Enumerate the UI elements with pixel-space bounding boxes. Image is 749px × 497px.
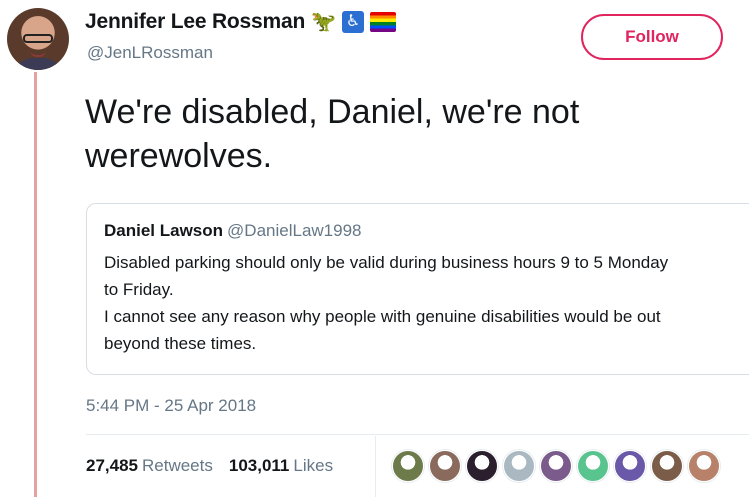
liker-avatars <box>392 450 720 482</box>
quoted-tweet-line: to Friday. <box>104 280 174 299</box>
likes-stat[interactable]: 103,011 Likes <box>229 456 333 476</box>
stats-vertical-divider <box>375 436 376 497</box>
liker-avatar[interactable] <box>577 450 609 482</box>
liker-avatar[interactable] <box>429 450 461 482</box>
rainbow-flag-emoji-icon <box>370 12 396 32</box>
liker-avatar[interactable] <box>614 450 646 482</box>
likes-label: Likes <box>293 456 334 475</box>
quoted-tweet-line: Disabled parking should only be valid du… <box>104 253 669 272</box>
dinosaur-emoji-icon: 🦖 <box>311 11 336 33</box>
quoted-tweet-header: Daniel Lawson @DanielLaw1998 <box>104 220 749 242</box>
quoted-author-name: Daniel Lawson <box>104 221 224 240</box>
likes-count: 103,011 <box>228 456 290 475</box>
liker-avatar[interactable] <box>503 450 535 482</box>
stats-divider <box>86 434 749 435</box>
thread-line <box>34 72 37 497</box>
quoted-tweet[interactable]: Daniel Lawson @DanielLaw1998 Disabled par… <box>86 203 749 375</box>
retweets-stat[interactable]: 27,485 Retweets <box>86 456 213 476</box>
avatar-mouth <box>30 50 46 57</box>
liker-avatar[interactable] <box>392 450 424 482</box>
tweet-text: We're disabled, Daniel, we're not werewo… <box>85 93 580 175</box>
retweets-label: Retweets <box>142 456 213 475</box>
avatar-glasses <box>23 34 53 43</box>
retweets-count: 27,485 <box>86 456 138 475</box>
author-handle[interactable]: @JenLRossman <box>87 43 213 63</box>
tweet-stats: 27,485 Retweets 103,011 Likes <box>86 456 333 476</box>
tweet-timestamp[interactable]: 5:44 PM - 25 Apr 2018 <box>86 396 256 416</box>
author-name-row: Jennifer Lee Rossman 🦖 ♿ <box>85 10 396 34</box>
follow-button[interactable]: Follow <box>581 14 723 60</box>
author-display-name[interactable]: Jennifer Lee Rossman <box>85 10 305 34</box>
liker-avatar[interactable] <box>688 450 720 482</box>
wheelchair-emoji-icon: ♿ <box>342 11 364 33</box>
liker-avatar[interactable] <box>651 450 683 482</box>
avatar-shirt <box>13 58 63 70</box>
liker-avatar[interactable] <box>466 450 498 482</box>
liker-avatar[interactable] <box>540 450 572 482</box>
quoted-tweet-body: Disabled parking should only be valid du… <box>104 249 749 357</box>
quoted-tweet-line: beyond these times. <box>104 334 257 353</box>
avatar[interactable] <box>7 8 69 70</box>
quoted-author-handle: @DanielLaw1998 <box>227 221 362 240</box>
quoted-tweet-line: I cannot see any reason why people with … <box>104 307 661 326</box>
